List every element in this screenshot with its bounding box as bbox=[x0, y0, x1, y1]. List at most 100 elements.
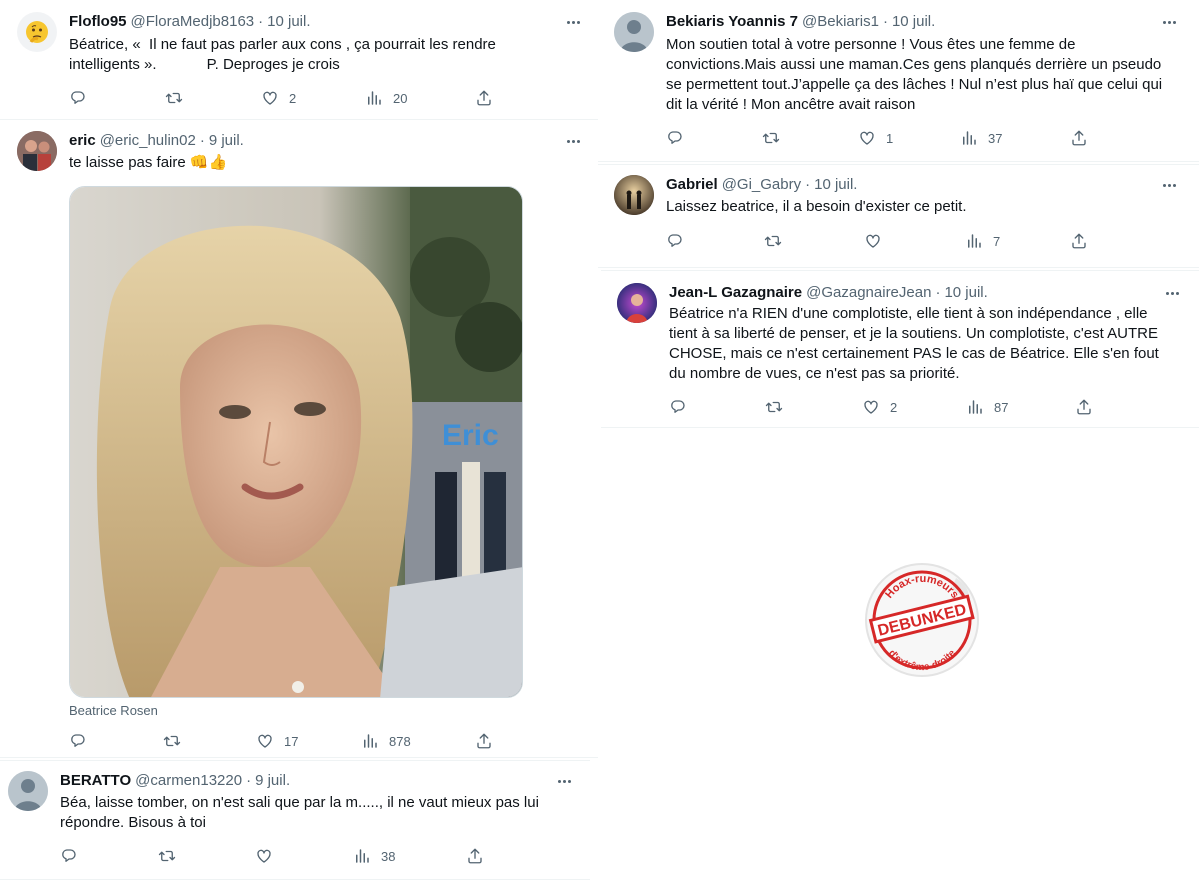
share-icon bbox=[477, 90, 491, 106]
reply-icon bbox=[71, 734, 85, 747]
views-button[interactable]: 878 bbox=[361, 731, 411, 751]
like-button[interactable] bbox=[255, 846, 273, 866]
separator: · bbox=[199, 132, 205, 149]
retweet-button[interactable] bbox=[764, 231, 782, 251]
like-button[interactable]: 2 bbox=[862, 397, 897, 417]
display-name[interactable]: Gabriel bbox=[666, 175, 718, 195]
separator: · bbox=[805, 176, 811, 193]
retweet-icon bbox=[764, 235, 782, 247]
image-overlay-text: Eric bbox=[442, 419, 499, 452]
tweet-bekiaris[interactable]: Bekiaris Yoannis 7 @Bekiaris1 · 10 juil.… bbox=[598, 0, 1199, 162]
tweet-date[interactable]: 9 juil. bbox=[255, 771, 290, 791]
tweet-text-line: du nombre de vues, ce n'est pas sa prior… bbox=[669, 365, 960, 382]
reply-button[interactable] bbox=[69, 88, 87, 108]
tweet-text-line: dit la vérité ! Mon ancêtre avait raison bbox=[666, 96, 916, 113]
tweet-date[interactable]: 10 juil. bbox=[814, 175, 857, 195]
like-button[interactable]: 2 bbox=[261, 88, 296, 108]
reply-icon bbox=[668, 234, 682, 247]
display-name[interactable]: Bekiaris Yoannis 7 bbox=[666, 12, 798, 32]
tweet-eric[interactable]: eric @eric_hulin02 · 9 juil. te laisse p… bbox=[0, 121, 598, 758]
like-icon bbox=[866, 234, 880, 248]
reply-button[interactable] bbox=[69, 731, 87, 751]
user-handle[interactable]: @GazagnaireJean bbox=[806, 283, 931, 303]
retweet-button[interactable] bbox=[765, 397, 783, 417]
views-icon bbox=[356, 849, 369, 863]
reply-icon bbox=[668, 131, 682, 144]
share-button[interactable] bbox=[1070, 128, 1088, 148]
user-handle[interactable]: @Gi_Gabry bbox=[722, 175, 801, 195]
separator: · bbox=[935, 284, 941, 301]
tweet-date[interactable]: 10 juil. bbox=[892, 12, 935, 32]
share-button[interactable] bbox=[475, 731, 493, 751]
like-button[interactable]: 17 bbox=[256, 731, 298, 751]
user-handle[interactable]: @carmen13220 bbox=[135, 771, 242, 791]
share-icon bbox=[1072, 130, 1086, 146]
views-button[interactable]: 20 bbox=[365, 88, 407, 108]
share-button[interactable] bbox=[466, 846, 484, 866]
retweet-icon bbox=[158, 850, 176, 862]
retweet-button[interactable] bbox=[762, 128, 780, 148]
avatar[interactable] bbox=[8, 771, 48, 811]
more-icon[interactable] bbox=[1162, 283, 1182, 303]
display-name[interactable]: eric bbox=[69, 131, 96, 151]
tweet-gazagnaire[interactable]: Jean-L Gazagnaire @GazagnaireJean · 10 j… bbox=[601, 270, 1199, 428]
share-icon bbox=[1077, 399, 1091, 415]
display-name[interactable]: Floflo95 bbox=[69, 12, 127, 32]
action-bar: 1 37 bbox=[666, 128, 1106, 148]
tweet-beratto[interactable]: BERATTO @carmen13220 · 9 juil. Béa, lais… bbox=[0, 760, 590, 880]
tweet-text: Béatrice n'a RIEN d'une complotiste, ell… bbox=[669, 304, 1189, 384]
reply-button[interactable] bbox=[666, 128, 684, 148]
views-button[interactable]: 37 bbox=[960, 128, 1002, 148]
views-button[interactable]: 38 bbox=[353, 846, 395, 866]
more-icon[interactable] bbox=[1159, 175, 1179, 195]
tweet-floflo95[interactable]: Floflo95 @FloraMedjb8163 · 10 juil. Béat… bbox=[0, 0, 598, 120]
like-icon bbox=[258, 734, 272, 748]
tweet-text-line: Mon soutien total à votre personne ! Vou… bbox=[666, 36, 1076, 53]
retweet-button[interactable] bbox=[158, 846, 176, 866]
tweet-date[interactable]: 10 juil. bbox=[944, 283, 987, 303]
tweet-date[interactable]: 10 juil. bbox=[267, 12, 310, 32]
views-icon bbox=[969, 400, 982, 414]
reply-button[interactable] bbox=[669, 397, 687, 417]
more-icon[interactable] bbox=[563, 131, 583, 151]
avatar[interactable] bbox=[617, 283, 657, 323]
like-button[interactable]: 1 bbox=[858, 128, 893, 148]
separator: · bbox=[882, 13, 888, 30]
retweet-button[interactable] bbox=[165, 88, 183, 108]
tweet-text-line: Béatrice, « Il ne faut pas parler aux co… bbox=[69, 36, 496, 53]
share-button[interactable] bbox=[1070, 231, 1088, 251]
avatar[interactable] bbox=[17, 131, 57, 171]
share-icon bbox=[468, 848, 482, 864]
share-button[interactable] bbox=[475, 88, 493, 108]
action-bar: 2 20 bbox=[69, 88, 509, 108]
share-button[interactable] bbox=[1075, 397, 1093, 417]
views-button[interactable]: 7 bbox=[965, 231, 1000, 251]
debunked-stamp-logo: Hoax-rumeurs DEBUNKED d'extrême-droite bbox=[865, 563, 979, 677]
tweet-text: Béatrice, « Il ne faut pas parler aux co… bbox=[69, 35, 569, 75]
like-button[interactable] bbox=[864, 231, 882, 251]
user-handle[interactable]: @eric_hulin02 bbox=[100, 131, 196, 151]
more-icon[interactable] bbox=[554, 771, 574, 791]
more-icon[interactable] bbox=[563, 12, 583, 32]
avatar[interactable] bbox=[614, 12, 654, 52]
display-name[interactable]: Jean-L Gazagnaire bbox=[669, 283, 802, 303]
tweet-image[interactable]: Eric bbox=[69, 186, 523, 698]
user-handle[interactable]: @Bekiaris1 bbox=[802, 12, 879, 32]
separator: · bbox=[258, 13, 264, 30]
reply-button[interactable] bbox=[60, 846, 78, 866]
retweet-button[interactable] bbox=[163, 731, 181, 751]
display-name[interactable]: BERATTO bbox=[60, 771, 131, 791]
view-count: 20 bbox=[393, 90, 408, 106]
avatar[interactable] bbox=[614, 175, 654, 215]
more-icon[interactable] bbox=[1159, 12, 1179, 32]
views-button[interactable]: 87 bbox=[966, 397, 1008, 417]
view-count: 87 bbox=[994, 399, 1009, 415]
like-icon bbox=[864, 400, 878, 414]
tweet-date[interactable]: 9 juil. bbox=[209, 131, 244, 151]
avatar[interactable] bbox=[17, 12, 57, 52]
tweet-gabriel[interactable]: Gabriel @Gi_Gabry · 10 juil. Laissez bea… bbox=[598, 164, 1199, 268]
like-icon bbox=[860, 131, 874, 145]
reply-button[interactable] bbox=[666, 231, 684, 251]
reply-icon bbox=[62, 849, 76, 862]
user-handle[interactable]: @FloraMedjb8163 bbox=[131, 12, 255, 32]
